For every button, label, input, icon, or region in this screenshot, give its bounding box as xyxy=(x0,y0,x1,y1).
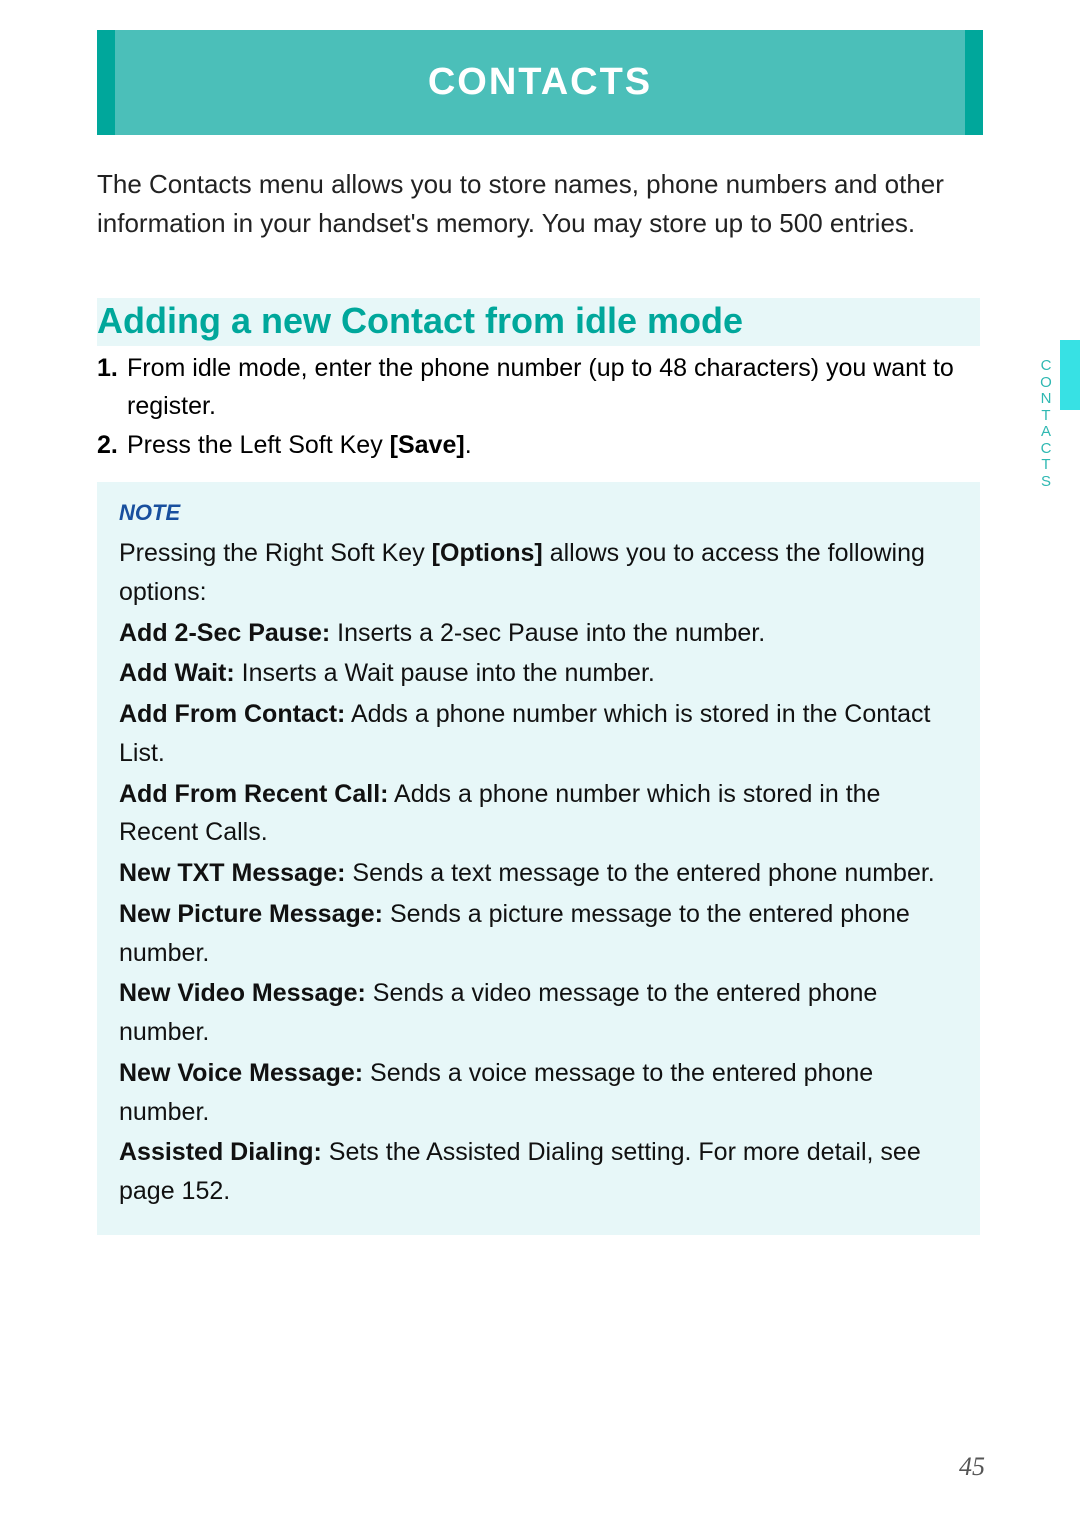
option-4: Add From Recent Call: Adds a phone numbe… xyxy=(119,775,958,853)
side-section-label: CONTACTS xyxy=(1038,358,1056,490)
step-1-text: From idle mode, enter the phone number (… xyxy=(127,350,980,425)
option-5-name: New TXT Message: xyxy=(119,859,345,887)
option-2-name: Add Wait: xyxy=(119,659,235,687)
option-3-name: Add From Contact: xyxy=(119,700,345,728)
option-1-desc: Inserts a 2-sec Pause into the number. xyxy=(330,619,765,647)
option-8-name: New Voice Message: xyxy=(119,1059,363,1087)
section-heading: Adding a new Contact from idle mode xyxy=(97,298,980,346)
option-4-name: Add From Recent Call: xyxy=(119,780,388,808)
steps-list: 1. From idle mode, enter the phone numbe… xyxy=(97,350,980,467)
note-lead-prefix: Pressing the Right Soft Key xyxy=(119,539,432,567)
step-1-number: 1. xyxy=(97,350,127,425)
option-6: New Picture Message: Sends a picture mes… xyxy=(119,895,958,973)
step-2: 2. Press the Left Soft Key [Save]. xyxy=(97,427,980,465)
page-header-title: CONTACTS xyxy=(97,30,983,135)
option-9-name: Assisted Dialing: xyxy=(119,1138,322,1166)
option-5-desc: Sends a text message to the entered phon… xyxy=(345,859,934,887)
option-5: New TXT Message: Sends a text message to… xyxy=(119,854,958,893)
note-label: NOTE xyxy=(119,500,958,526)
step-2-prefix: Press the Left Soft Key xyxy=(127,431,390,459)
side-tab xyxy=(1060,340,1080,410)
option-8: New Voice Message: Sends a voice message… xyxy=(119,1054,958,1132)
option-1-name: Add 2-Sec Pause: xyxy=(119,619,330,647)
option-7: New Video Message: Sends a video message… xyxy=(119,974,958,1052)
page-number: 45 xyxy=(959,1452,985,1482)
step-2-bold: [Save] xyxy=(390,431,465,459)
intro-paragraph: The Contacts menu allows you to store na… xyxy=(97,165,980,243)
option-3: Add From Contact: Adds a phone number wh… xyxy=(119,695,958,773)
step-1: 1. From idle mode, enter the phone numbe… xyxy=(97,350,980,425)
note-lead-bold: [Options] xyxy=(432,539,543,567)
note-box: NOTE Pressing the Right Soft Key [Option… xyxy=(97,482,980,1235)
option-2-desc: Inserts a Wait pause into the number. xyxy=(235,659,655,687)
option-2: Add Wait: Inserts a Wait pause into the … xyxy=(119,654,958,693)
option-6-name: New Picture Message: xyxy=(119,900,383,928)
option-9: Assisted Dialing: Sets the Assisted Dial… xyxy=(119,1133,958,1211)
option-7-name: New Video Message: xyxy=(119,979,366,1007)
option-1: Add 2-Sec Pause: Inserts a 2-sec Pause i… xyxy=(119,614,958,653)
note-lead: Pressing the Right Soft Key [Options] al… xyxy=(119,534,958,612)
step-2-suffix: . xyxy=(465,431,472,459)
note-body: Pressing the Right Soft Key [Options] al… xyxy=(119,534,958,1211)
step-2-text: Press the Left Soft Key [Save]. xyxy=(127,427,980,465)
step-2-number: 2. xyxy=(97,427,127,465)
